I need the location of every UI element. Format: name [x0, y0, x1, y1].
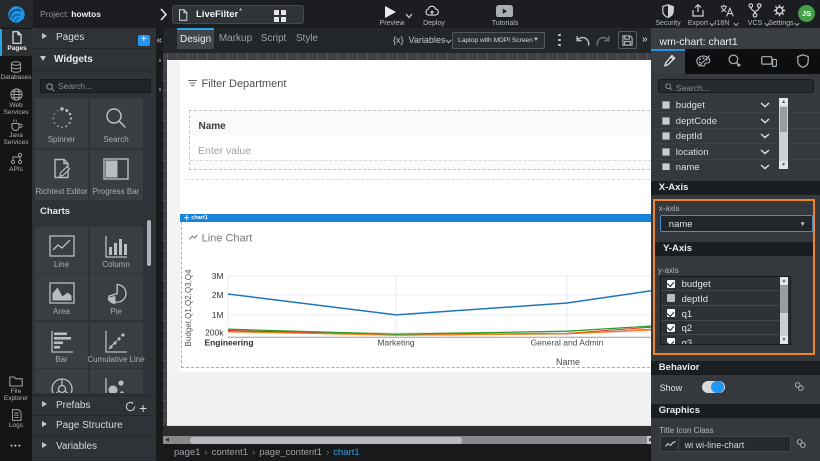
- svg-text:2M: 2M: [211, 290, 223, 300]
- svg-text:Line Chart: Line Chart: [201, 232, 252, 244]
- svg-text:Budget,Q1,Q2,Q3,Q4: Budget,Q1,Q2,Q3,Q4: [184, 269, 193, 346]
- svg-text:Name: Name: [556, 357, 580, 367]
- svg-text:Engineering: Engineering: [204, 337, 253, 347]
- svg-text:1M: 1M: [211, 310, 223, 320]
- svg-text:3M: 3M: [211, 271, 223, 281]
- svg-text:Marketing: Marketing: [377, 337, 415, 347]
- svg-text:200k: 200k: [205, 327, 224, 337]
- svg-text:General and Admin: General and Admin: [530, 337, 603, 347]
